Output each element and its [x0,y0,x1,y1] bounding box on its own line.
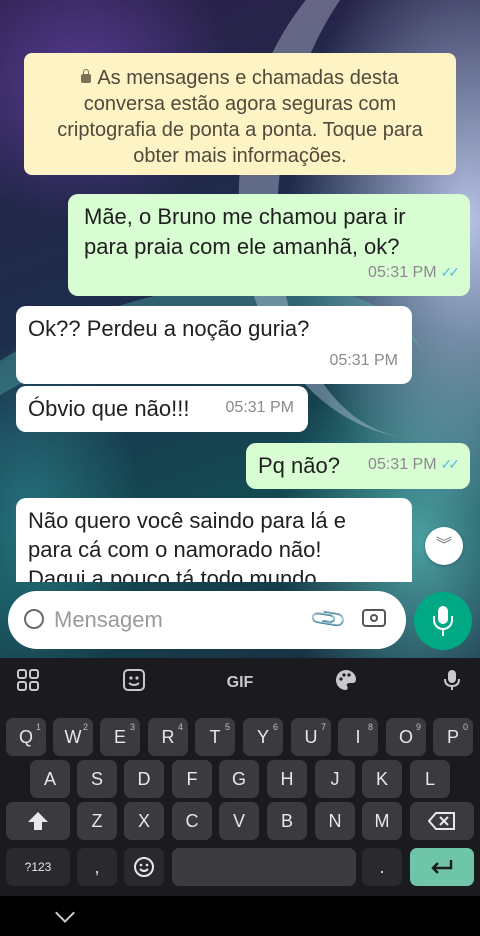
key-hint: 2 [82,722,88,732]
key-label: W [64,727,82,747]
emoji-key[interactable] [124,848,164,886]
key-s[interactable]: S [77,760,117,798]
backspace-key[interactable] [410,802,474,840]
key-h[interactable]: H [267,760,307,798]
message-text: Ok?? Perdeu a noção guria? [28,316,310,341]
key-label: Q [18,727,33,747]
key-label: U [304,727,318,747]
key-w[interactable]: W2 [53,718,93,756]
key-label: T [209,727,221,747]
key-hint: 7 [320,722,326,732]
attach-icon[interactable]: 📎 [308,599,350,640]
key-label: Y [256,727,269,747]
key-hint: 9 [415,722,421,732]
message-incoming[interactable]: Ok?? Perdeu a noção guria? 05:31 PM [16,306,412,384]
key-hint: 1 [35,722,41,732]
message-incoming[interactable]: Óbvio que não!!! 05:31 PM [16,386,308,432]
message-outgoing[interactable]: Pq não? 05:31 PM ✓✓ [246,443,470,489]
key-j[interactable]: J [315,760,355,798]
key-hint: 6 [272,722,278,732]
double-chevron-down-icon: ︾ [435,537,452,554]
scroll-to-bottom-button[interactable]: ︾ [425,527,463,565]
key-k[interactable]: K [362,760,402,798]
key-hint: 0 [462,722,468,732]
space-key[interactable] [172,848,356,886]
encryption-notice[interactable]: As mensagens e chamadas desta conversa e… [24,53,456,175]
shift-key[interactable] [6,802,70,840]
read-ticks-icon: ✓✓ [440,456,461,472]
key-p[interactable]: P0 [433,718,473,756]
message-incoming[interactable]: Não quero você saindo para lá e para cá … [16,498,412,582]
compose-bar: Mensagem 📎 [8,591,406,649]
message-time: 05:31 PM [368,456,437,473]
message-time: 05:31 PM [225,399,294,416]
key-g[interactable]: G [219,760,259,798]
message-text: Não quero você saindo para lá e para cá … [28,508,346,582]
apps-grid-icon[interactable] [14,668,42,698]
key-b[interactable]: B [267,802,307,840]
key-a[interactable]: A [30,760,70,798]
keyboard: GIF Q1 W2 E3 R4 T5 Y6 U7 I8 O9 P0 A S D … [0,658,480,936]
hide-keyboard-chevron-icon[interactable] [55,903,75,923]
mic-icon-leg [442,630,444,636]
key-hint: 4 [177,722,183,732]
key-z[interactable]: Z [77,802,117,840]
message-meta: 05:31 PM [330,346,398,376]
read-ticks-icon: ✓✓ [440,264,461,280]
enter-key[interactable] [410,848,474,886]
key-m[interactable]: M [362,802,402,840]
key-r[interactable]: R4 [148,718,188,756]
key-label: R [161,727,175,747]
gif-button[interactable]: GIF [222,668,258,698]
key-t[interactable]: T5 [195,718,235,756]
key-o[interactable]: O9 [386,718,426,756]
key-label: O [398,727,413,747]
system-nav-bar [0,896,480,936]
message-time: 05:31 PM [329,352,398,369]
key-n[interactable]: N [315,802,355,840]
emoji-icon[interactable] [24,609,44,629]
key-hint: 3 [129,722,135,732]
sticker-icon[interactable] [120,668,148,698]
voice-record-button[interactable] [414,592,472,650]
key-label: E [113,727,126,747]
key-c[interactable]: C [172,802,212,840]
comma-key[interactable]: , [77,848,117,886]
message-time: 05:31 PM [368,264,437,281]
encryption-notice-text: As mensagens e chamadas desta conversa e… [57,67,423,167]
key-d[interactable]: D [124,760,164,798]
keyboard-mic-icon[interactable] [438,668,466,698]
key-f[interactable]: F [172,760,212,798]
key-label: P [446,727,459,747]
lock-icon [81,69,92,83]
key-x[interactable]: X [124,802,164,840]
key-v[interactable]: V [219,802,259,840]
message-meta: 05:31 PM ✓✓ [368,257,461,288]
message-outgoing[interactable]: Mãe, o Bruno me chamou para ir para prai… [68,194,470,296]
camera-icon[interactable] [362,609,386,627]
message-text: Mãe, o Bruno me chamou para ir para prai… [84,204,406,259]
key-u[interactable]: U7 [291,718,331,756]
message-input[interactable]: Mensagem [54,607,163,633]
key-e[interactable]: E3 [100,718,140,756]
key-l[interactable]: L [410,760,450,798]
key-label: I [355,727,361,747]
symbols-key[interactable]: ?123 [6,848,70,886]
message-meta: 05:31 PM ✓✓ [368,449,461,480]
keyboard-toolbar: GIF [0,658,480,710]
message-meta: 05:31 PM [226,393,294,423]
key-hint: 8 [367,722,373,732]
palette-icon[interactable] [332,668,360,698]
mic-icon-stand [433,616,453,630]
key-i[interactable]: I8 [338,718,378,756]
period-key[interactable]: . [362,848,402,886]
key-y[interactable]: Y6 [243,718,283,756]
key-hint: 5 [224,722,230,732]
key-q[interactable]: Q1 [6,718,46,756]
